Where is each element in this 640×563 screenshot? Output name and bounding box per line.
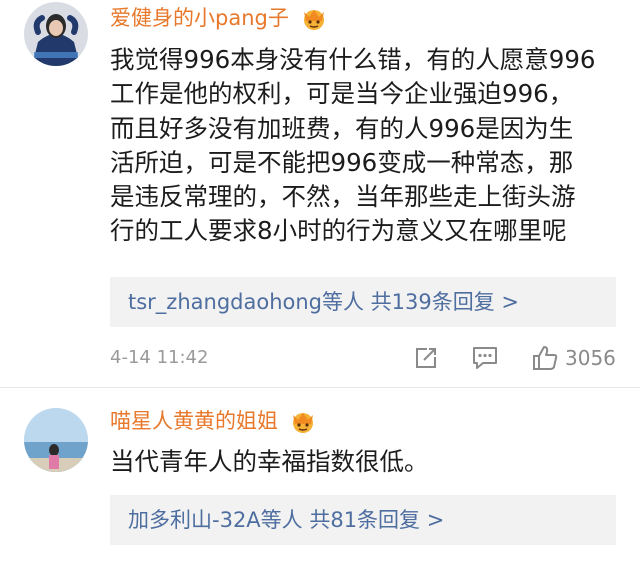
comment-text-line: 而且好多没有加班费，有的人996是因为生 [110, 113, 574, 143]
comment-item: 爱健身的小pang子 我觉得996本身没有什么错，有的人愿意996 工作是他的权… [0, 0, 640, 380]
comment-item: 喵星人黄黄的姐姐 当代青年人的幸福指数很低。 加多利山-32A等人 共81条回复… [0, 388, 640, 563]
comment-text-line: 我觉得996本身没有什么错，有的人愿意996 [110, 45, 596, 74]
view-replies-link[interactable]: tsr_zhangdaohong等人 共139条回复 > [110, 277, 616, 327]
avatar-photo [24, 408, 88, 472]
avatar-photo [24, 2, 88, 66]
username[interactable]: 爱健身的小pang子 [110, 4, 327, 32]
thumbs-up-icon[interactable] [531, 344, 559, 372]
crown-badge-icon [292, 413, 313, 433]
comment-text-line: 工作是他的权利，可是当今企业强迫996， [110, 79, 574, 109]
comment-text-line: 行的工人要求8小时的行为意义又在哪里呢 [110, 216, 567, 246]
avatar[interactable] [24, 2, 88, 66]
comment-icon[interactable] [471, 345, 499, 371]
timestamp: 4-14 11:42 [110, 347, 209, 368]
comment-text: 我觉得996本身没有什么错，有的人愿意996 工作是他的权利，可是当今企业强迫9… [110, 43, 596, 249]
comment-text: 当代青年人的幸福指数很低。 [110, 445, 429, 479]
comment-text-line: 是违反常理的，不然，当年那些走上街头游 [110, 182, 576, 212]
username[interactable]: 喵星人黄黄的姐姐 [110, 407, 316, 435]
view-replies-link[interactable]: 加多利山-32A等人 共81条回复 > [110, 495, 616, 545]
like-count: 3056 [565, 346, 616, 370]
comment-text-line: 当代青年人的幸福指数很低。 [110, 447, 429, 476]
repost-icon[interactable] [413, 345, 439, 371]
comment-text-line: 活所迫，可是不能把996变成一种常态，那 [110, 147, 574, 177]
avatar[interactable] [24, 408, 88, 472]
crown-badge-icon [303, 10, 324, 30]
